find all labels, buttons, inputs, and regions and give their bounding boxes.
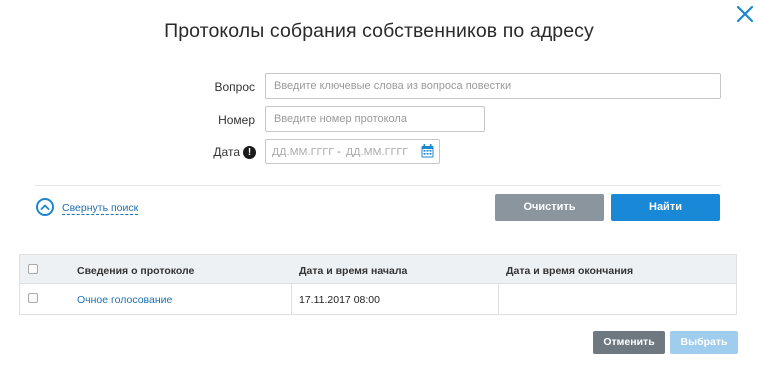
modal-title: Протоколы собрания собственников по адре…: [164, 20, 594, 42]
search-divider: [35, 185, 721, 186]
close-icon[interactable]: [734, 3, 756, 25]
date-to-placeholder[interactable]: ДД.ММ.ГГГГ: [346, 146, 408, 158]
start-datetime: 17.11.2017 08:00: [299, 294, 380, 306]
find-button[interactable]: Найти: [611, 194, 720, 221]
column-header-end: Дата и время окончания: [506, 265, 634, 277]
number-label: Номер: [218, 113, 255, 127]
info-icon: !: [243, 146, 256, 159]
row-checkbox[interactable]: [28, 293, 38, 303]
date-label: Дата: [213, 145, 240, 159]
clear-button[interactable]: Очистить: [495, 194, 604, 221]
date-range-field[interactable]: ДД.ММ.ГГГГ - ДД.ММ.ГГГГ: [265, 139, 440, 164]
chevron-up-icon[interactable]: [36, 198, 54, 216]
select-button[interactable]: Выбрать: [670, 331, 738, 354]
column-divider: [498, 284, 499, 315]
results-table: Сведения о протоколе Дата и время начала…: [19, 254, 737, 315]
select-all-checkbox[interactable]: [28, 264, 38, 274]
protocol-link[interactable]: Очное голосование: [77, 294, 172, 306]
collapse-search-link[interactable]: Свернуть поиск: [62, 202, 139, 215]
date-separator: -: [337, 146, 341, 158]
date-from-placeholder[interactable]: ДД.ММ.ГГГГ: [272, 146, 334, 158]
question-input[interactable]: [265, 73, 721, 99]
column-header-start: Дата и время начала: [299, 265, 408, 277]
column-header-info: Сведения о протоколе: [77, 265, 195, 277]
table-header: Сведения о протоколе Дата и время начала…: [20, 255, 736, 284]
number-input[interactable]: [265, 106, 485, 132]
column-divider: [291, 284, 292, 315]
cancel-button[interactable]: Отменить: [593, 331, 665, 354]
calendar-icon[interactable]: [421, 144, 434, 158]
question-label: Вопрос: [214, 80, 255, 94]
